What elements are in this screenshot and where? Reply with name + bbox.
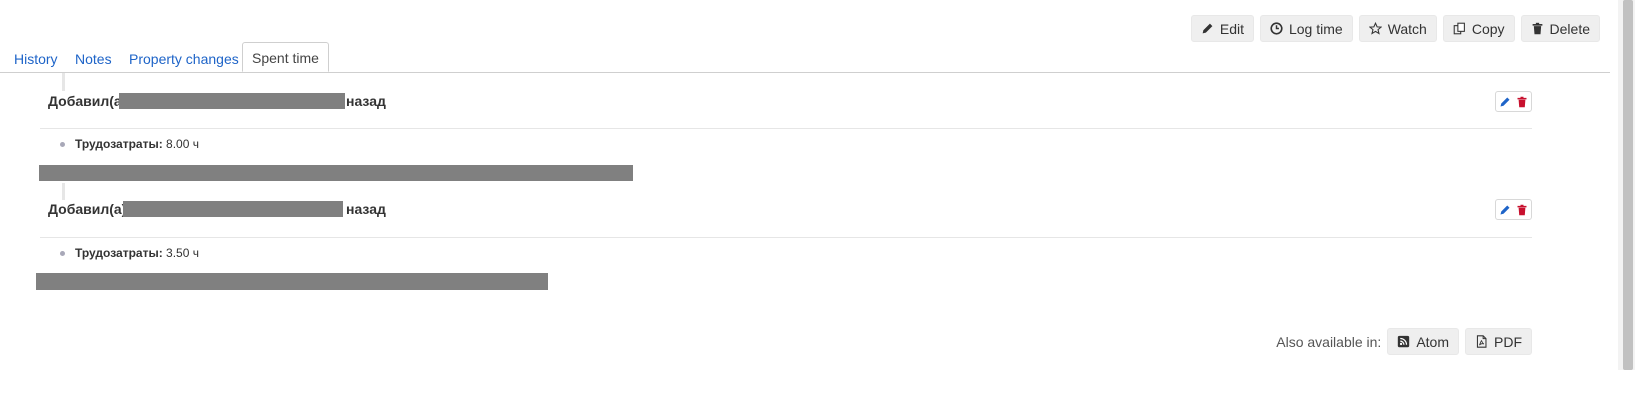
log-time-label: Log time [1288,20,1343,37]
redacted-author [119,93,345,109]
atom-label: Atom [1416,333,1449,350]
detail-label: Трудозатраты: [75,137,163,151]
tab-property-changes[interactable]: Property changes [129,46,239,72]
detail-value: 3.50 ч [166,246,199,260]
redacted-comment [36,273,548,290]
entry-author-prefix: Добавил(а) [48,201,127,217]
entry-time-suffix: назад [346,201,386,217]
detail-value: 8.00 ч [166,137,199,151]
pdf-button[interactable]: PDF [1465,328,1532,355]
log-time-button[interactable]: Log time [1259,15,1353,42]
atom-button[interactable]: Atom [1387,328,1459,355]
timeline-line [62,183,65,200]
entry-separator [40,128,1532,129]
timeline-line [62,73,65,91]
rss-icon [1397,335,1410,348]
copy-label: Copy [1471,20,1505,37]
entry-detail: Трудозатраты: 8.00 ч [60,137,199,151]
entry-time-ago: назад [346,93,386,109]
trash-icon [1531,22,1544,35]
clock-icon [1270,22,1283,35]
tab-history[interactable]: History [14,46,58,72]
entry-tools [1495,91,1532,112]
pencil-icon [1201,22,1214,35]
entry-tools [1495,199,1532,220]
history-tabs: History Notes Property changes Spent tim… [0,42,1610,73]
delete-entry-icon[interactable] [1516,96,1528,108]
pdf-label: PDF [1494,333,1522,350]
watch-button[interactable]: Watch [1358,15,1437,42]
star-icon [1368,22,1382,35]
other-formats-label: Also available in: [1276,333,1382,350]
copy-icon [1453,22,1466,35]
vertical-scrollbar[interactable] [1618,0,1635,370]
edit-entry-icon[interactable] [1499,204,1511,216]
delete-entry-icon[interactable] [1516,204,1528,216]
copy-button[interactable]: Copy [1442,15,1515,42]
entry-author-prefix: Добавил(а) [48,93,127,109]
entry-time-ago: назад [346,201,386,217]
tab-notes[interactable]: Notes [75,46,112,72]
watch-label: Watch [1387,20,1427,37]
bullet-icon [60,250,65,256]
redacted-author [123,201,343,217]
redacted-comment [39,165,633,181]
issue-page: Edit Log time Watch Copy Delete History … [0,0,1610,410]
edit-button[interactable]: Edit [1190,15,1254,42]
entry-time-suffix: назад [346,93,386,109]
bullet-icon [60,141,65,147]
entry-header: Добавил(а) [48,93,126,109]
entry-header: Добавил(а) [48,201,126,217]
entry-detail: Трудозатраты: 3.50 ч [60,246,199,260]
entry-separator [40,237,1532,238]
edit-label: Edit [1219,20,1244,37]
delete-button[interactable]: Delete [1520,15,1600,42]
delete-label: Delete [1549,20,1590,37]
other-formats: Also available in: Atom PDF [1276,328,1532,355]
issue-actions: Edit Log time Watch Copy Delete [1190,15,1600,42]
edit-entry-icon[interactable] [1499,96,1511,108]
pdf-file-icon [1475,335,1488,348]
scrollbar-thumb[interactable] [1623,0,1633,370]
tab-spent-time[interactable]: Spent time [242,42,329,72]
detail-label: Трудозатраты: [75,246,163,260]
